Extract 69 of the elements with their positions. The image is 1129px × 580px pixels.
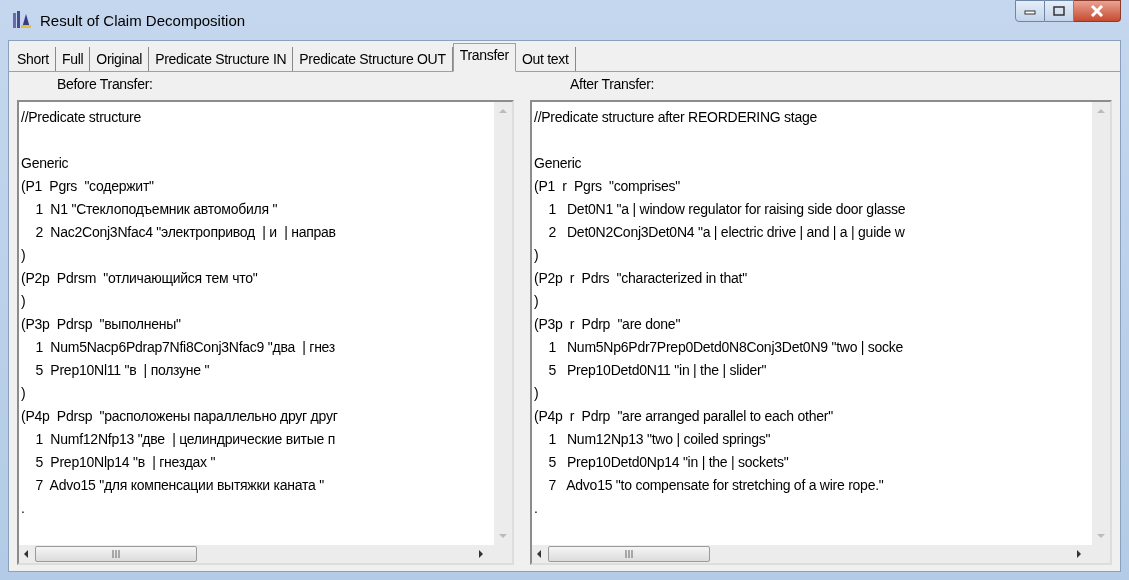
code-line: 1 Num5Nacp6Pdrap7Nfi8Conj3Nfac9 "два | гнез (34, 338, 335, 357)
tab[interactable]: Short (11, 47, 56, 71)
code-line: ) (534, 384, 539, 403)
tab[interactable]: Full (55, 47, 91, 71)
code-line: 1 N1 "Стеклоподъемник автомобиля " (34, 200, 278, 219)
code-line: ) (21, 246, 26, 265)
code-line: 5 Prep10Nlp14 "в | гнездах " (34, 453, 216, 472)
minimize-icon (1024, 7, 1036, 15)
maximize-icon (1053, 6, 1065, 16)
panel-label: After Transfer: (569, 76, 656, 94)
code-line: Generic (21, 154, 69, 173)
scroll-up-icon[interactable] (1096, 108, 1106, 114)
scroll-left-icon[interactable] (536, 549, 542, 559)
grip-icon (111, 550, 121, 558)
tab[interactable]: Predicate Structure OUT (293, 47, 453, 71)
code-line: 2 Nac2Conj3Nfac4 "электропривод | и | направ (34, 223, 336, 242)
tab[interactable]: Predicate Structure IN (149, 47, 294, 71)
horizontal-scrollbar[interactable] (532, 545, 1110, 563)
code-line: (P4p Pdrsp "расположены параллельно друг друг (21, 407, 338, 426)
tab[interactable]: Original (90, 47, 150, 71)
window-title: Result of Claim Decomposition (40, 11, 247, 29)
app-icon (12, 10, 32, 30)
code-line: 2 Det0N2Conj3Det0N4 "a | electric drive | and | a | guide w (547, 223, 905, 242)
code-line: 1 Num12Np13 "two | coiled springs" (547, 430, 771, 449)
code-line: (P3p r Pdrp "are done" (534, 315, 681, 334)
grip-icon (624, 550, 634, 558)
code-line: ) (534, 246, 539, 265)
code-line: (P2p Pdrsm "отличающийся тем что" (21, 269, 258, 288)
code-line: (P1 Pgrs "содержит" (21, 177, 154, 196)
code-line: Generic (534, 154, 582, 173)
code-line: //Predicate structure after REORDERING stage (534, 108, 818, 127)
code-line: . (21, 499, 25, 518)
horizontal-scrollbar[interactable] (19, 545, 512, 563)
tab[interactable]: Transfer (452, 43, 516, 72)
vertical-scrollbar[interactable] (1092, 102, 1110, 545)
code-line: //Predicate structure (21, 108, 142, 127)
scroll-down-icon[interactable] (1096, 533, 1106, 539)
text-area[interactable] (530, 100, 1112, 565)
close-icon (1090, 5, 1104, 17)
code-line: (P1 r Pgrs "comprises" (534, 177, 681, 196)
code-line: (P4p r Pdrp "are arranged parallel to each other" (534, 407, 833, 426)
code-line: 5 Prep10Detd0N11 "in | the | slider" (547, 361, 767, 380)
code-line: 5 Prep10Detd0Np14 "in | the | sockets" (547, 453, 789, 472)
code-line: ) (21, 292, 26, 311)
code-line: 5 Prep10Nl11 "в | ползуне " (34, 361, 210, 380)
code-line: (P3p Pdrsp "выполнены" (21, 315, 181, 334)
code-line: 1 Num5Np6Pdr7Prep0Detd0N8Conj3Det0N9 "two | socke (547, 338, 904, 357)
code-line: . (534, 499, 538, 518)
code-line: 1 Numf12Nfp13 "две | целиндрические витые п (34, 430, 336, 449)
code-line: (P2p r Pdrs "characterized in that" (534, 269, 747, 288)
code-line: 1 Det0N1 "a | window regulator for raising side door glasse (547, 200, 906, 219)
scroll-thumb[interactable] (548, 546, 710, 562)
code-line: 7 Advo15 "to compensate for stretching of a wire rope." (547, 476, 884, 495)
tab[interactable]: Out text (515, 47, 576, 71)
scroll-up-icon[interactable] (498, 108, 508, 114)
scroll-down-icon[interactable] (498, 533, 508, 539)
minimize-button[interactable] (1015, 0, 1045, 22)
scroll-thumb[interactable] (35, 546, 197, 562)
scroll-left-icon[interactable] (23, 549, 29, 559)
code-line: 7 Advo15 "для компенсации вытяжки каната " (34, 476, 324, 495)
maximize-button[interactable] (1045, 0, 1074, 22)
scroll-right-icon[interactable] (1076, 549, 1082, 559)
panel-label: Before Transfer: (56, 76, 154, 94)
code-line: ) (534, 292, 539, 311)
close-button[interactable] (1074, 0, 1121, 22)
vertical-scrollbar[interactable] (494, 102, 512, 545)
scroll-right-icon[interactable] (478, 549, 484, 559)
code-line: ) (21, 384, 26, 403)
text-area[interactable] (17, 100, 514, 565)
